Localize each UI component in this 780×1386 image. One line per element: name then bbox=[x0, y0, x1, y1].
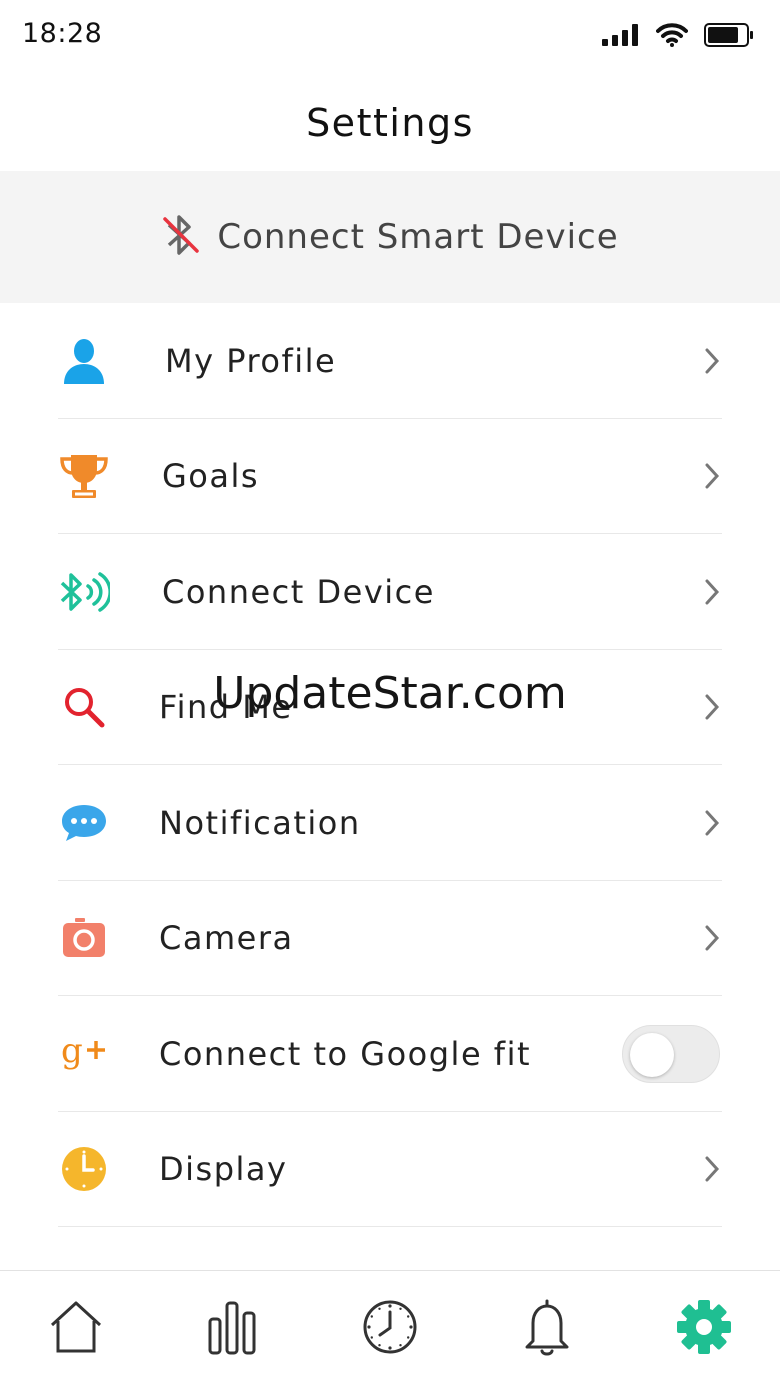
google-plus-icon: g bbox=[58, 1028, 110, 1080]
settings-item-label: Connect Device bbox=[162, 572, 435, 611]
status-icons bbox=[602, 22, 754, 52]
settings-item-goals[interactable]: Goals bbox=[0, 419, 780, 535]
settings-item-label: Display bbox=[159, 1150, 288, 1189]
page-title: Settings bbox=[306, 101, 474, 145]
clock-icon bbox=[362, 1299, 418, 1359]
settings-item-partial[interactable] bbox=[0, 1227, 780, 1270]
header: Settings bbox=[0, 75, 780, 171]
google-fit-toggle[interactable] bbox=[622, 1024, 720, 1083]
status-bar: 18:28 bbox=[0, 0, 780, 75]
settings-item-find-me[interactable]: Find Me bbox=[0, 650, 780, 766]
tab-alerts[interactable] bbox=[515, 1297, 579, 1361]
chevron-right-icon bbox=[702, 692, 722, 722]
settings-item-label: Camera bbox=[159, 919, 294, 958]
chevron-right-icon bbox=[702, 1154, 722, 1184]
connect-banner-label: Connect Smart Device bbox=[217, 217, 619, 257]
chat-bubble-icon bbox=[58, 797, 110, 849]
tab-stats[interactable] bbox=[200, 1297, 264, 1361]
settings-item-google-fit: g Connect to Google fit bbox=[0, 996, 780, 1112]
trophy-icon bbox=[58, 450, 110, 502]
settings-item-camera[interactable]: Camera bbox=[0, 881, 780, 997]
chevron-right-icon bbox=[702, 923, 722, 953]
chevron-right-icon bbox=[702, 346, 722, 376]
settings-item-label: Goals bbox=[162, 457, 260, 496]
svg-text:g: g bbox=[61, 1032, 83, 1071]
clock-icon bbox=[58, 1143, 110, 1195]
bluetooth-icon bbox=[58, 566, 110, 618]
tab-home[interactable] bbox=[44, 1297, 108, 1361]
connect-smart-device-button[interactable]: Connect Smart Device bbox=[0, 171, 780, 303]
user-icon bbox=[58, 335, 110, 387]
chevron-right-icon bbox=[702, 577, 722, 607]
settings-item-label: Notification bbox=[159, 803, 361, 842]
chevron-right-icon bbox=[702, 461, 722, 491]
signal-icon bbox=[602, 24, 640, 50]
camera-icon bbox=[58, 912, 110, 964]
bar-chart-icon bbox=[207, 1299, 257, 1359]
tab-history[interactable] bbox=[358, 1297, 422, 1361]
settings-item-my-profile[interactable]: My Profile bbox=[0, 303, 780, 419]
settings-item-label: My Profile bbox=[165, 341, 337, 380]
settings-item-notification[interactable]: Notification bbox=[0, 765, 780, 881]
bluetooth-disabled-icon bbox=[161, 211, 200, 263]
settings-item-connect-device[interactable]: Connect Device bbox=[0, 534, 780, 650]
battery-icon bbox=[704, 23, 754, 51]
wifi-icon bbox=[656, 23, 688, 51]
chevron-right-icon bbox=[702, 808, 722, 838]
tab-bar bbox=[0, 1270, 780, 1386]
settings-item-display[interactable]: Display bbox=[0, 1112, 780, 1228]
settings-list: My Profile Goals Connect Device Find Me … bbox=[0, 303, 780, 1270]
partial-row-icon bbox=[58, 1249, 110, 1270]
home-icon bbox=[48, 1299, 104, 1359]
search-icon bbox=[58, 681, 110, 733]
settings-item-label: Connect to Google fit bbox=[159, 1034, 531, 1073]
status-time: 18:28 bbox=[22, 18, 103, 49]
toggle-knob bbox=[630, 1032, 674, 1077]
bell-icon bbox=[521, 1297, 573, 1361]
tab-settings[interactable] bbox=[672, 1297, 736, 1361]
settings-item-label: Find Me bbox=[159, 688, 293, 727]
gear-icon bbox=[675, 1298, 733, 1360]
